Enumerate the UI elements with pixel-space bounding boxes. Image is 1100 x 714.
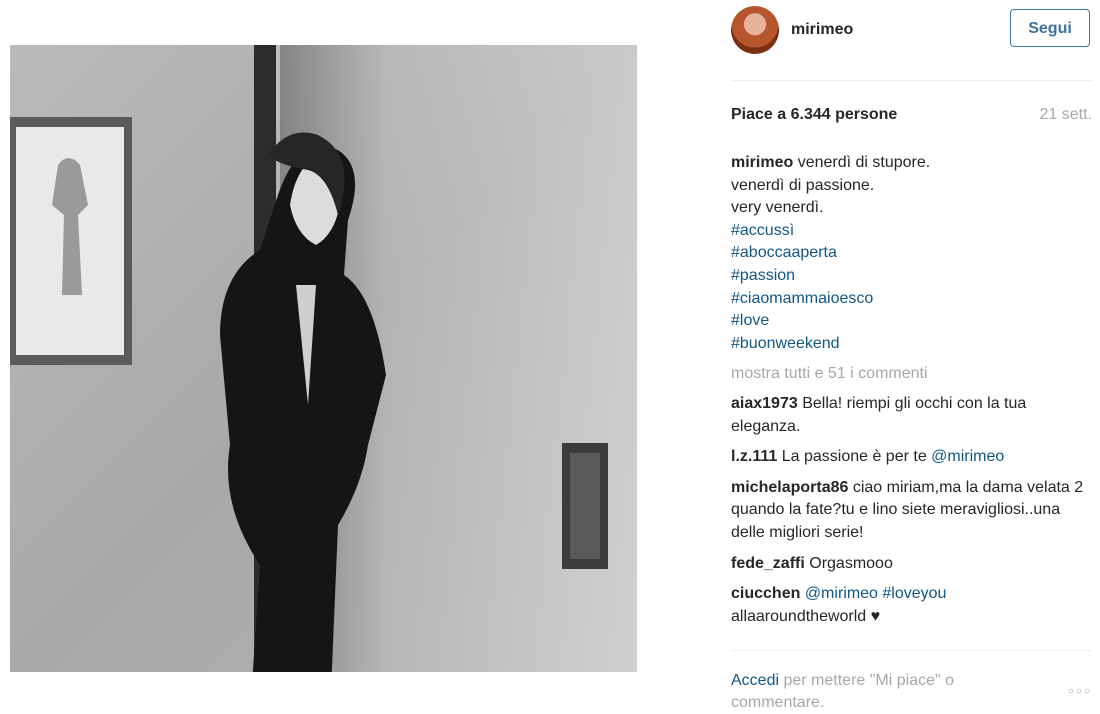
show-all-comments-link[interactable]: mostra tutti e 51 i commenti: [731, 363, 1092, 386]
post-header: mirimeo Segui: [731, 0, 1092, 81]
photo-image: [10, 45, 637, 672]
comment-text: allaaroundtheworld ♥: [731, 607, 881, 625]
follow-button[interactable]: Segui: [1010, 9, 1090, 47]
comments-list: mirimeo venerdì di stupore. venerdì di p…: [731, 152, 1092, 650]
comment-item: fede_zaffi Orgasmooo: [731, 553, 1092, 576]
hashtag-link[interactable]: #loveyou: [882, 585, 946, 602]
login-prompt: Accedi per mettere "Mi piace" o commenta…: [731, 670, 1011, 714]
more-options-icon[interactable]: ○○○: [1068, 686, 1092, 697]
comment-username[interactable]: l.z.111: [731, 448, 777, 465]
login-link[interactable]: Accedi: [731, 672, 779, 689]
hashtag-link[interactable]: #buonweekend: [731, 333, 1092, 356]
post-photo[interactable]: [10, 45, 637, 672]
post-username[interactable]: mirimeo: [791, 21, 853, 39]
comment-item: l.z.111 La passione è per te @mirimeo: [731, 446, 1092, 469]
caption: mirimeo venerdì di stupore. venerdì di p…: [731, 152, 1092, 355]
likes-count[interactable]: Piace a 6.344 persone: [731, 106, 1092, 124]
comment-username[interactable]: michelaporta86: [731, 479, 848, 496]
hashtag-link[interactable]: #accussì: [731, 220, 1092, 243]
hashtag-link[interactable]: #passion: [731, 265, 1092, 288]
comment-mention[interactable]: @mirimeo: [805, 585, 878, 602]
divider: [731, 650, 1092, 651]
comment-username[interactable]: ciucchen: [731, 585, 800, 602]
hashtag-link[interactable]: #love: [731, 310, 1092, 333]
hashtag-link[interactable]: #ciaomammaioesco: [731, 288, 1092, 311]
caption-line: venerdì di passione.: [731, 176, 875, 194]
comment-mention[interactable]: @mirimeo: [931, 448, 1004, 465]
hashtag-link[interactable]: #aboccaaperta: [731, 242, 1092, 265]
caption-line: very venerdì.: [731, 199, 824, 217]
avatar[interactable]: [731, 6, 779, 54]
comment-text: La passione è per te: [781, 448, 932, 466]
caption-line: venerdì di stupore.: [797, 154, 931, 171]
post-timestamp[interactable]: 21 sett.: [1040, 106, 1092, 124]
comment-username[interactable]: fede_zaffi: [731, 555, 805, 572]
comment-text: Orgasmooo: [809, 554, 893, 572]
comment-item: aiax1973 Bella! riempi gli occhi con la …: [731, 393, 1092, 438]
comment-item: ciucchen @mirimeo #loveyou allaaroundthe…: [731, 583, 1092, 628]
caption-username[interactable]: mirimeo: [731, 154, 793, 171]
comment-item: michelaporta86 ciao miriam,ma la dama ve…: [731, 477, 1092, 545]
post-sidebar: mirimeo Segui Piace a 6.344 persone 21 s…: [731, 0, 1092, 711]
comment-username[interactable]: aiax1973: [731, 395, 798, 412]
